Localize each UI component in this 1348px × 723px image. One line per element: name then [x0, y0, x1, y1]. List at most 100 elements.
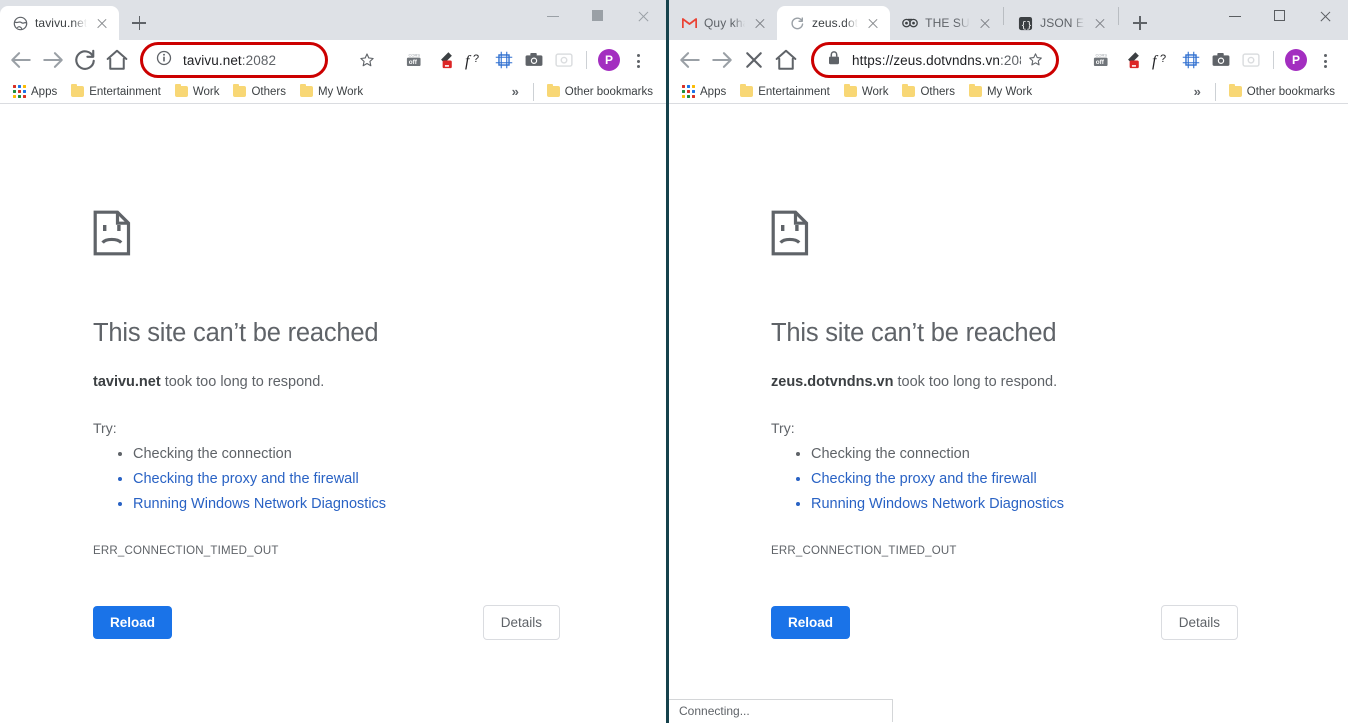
bookmark-apps[interactable]: Apps — [6, 85, 64, 98]
tab-title: THE SUM — [925, 16, 970, 30]
page-ruler-icon[interactable] — [1177, 46, 1205, 74]
page-ruler-icon[interactable] — [490, 46, 518, 74]
try-label: Try: — [771, 420, 795, 436]
cors-off-icon[interactable]: CORS off — [400, 46, 428, 74]
bookmark-my-work[interactable]: My Work — [293, 83, 370, 98]
address-bar-right[interactable]: https://zeus.dotvndns.vn:2083 — [811, 42, 1059, 78]
kebab-menu-icon[interactable] — [625, 46, 651, 74]
bookmark-label: Entertainment — [89, 85, 161, 98]
bookmark-apps[interactable]: Apps — [675, 85, 733, 98]
folder-icon — [1228, 83, 1242, 97]
new-tab-button[interactable] — [125, 9, 153, 37]
details-button[interactable]: Details — [1160, 605, 1238, 640]
bookmark-work[interactable]: Work — [837, 83, 896, 98]
svg-text:f: f — [1152, 53, 1159, 70]
eyedropper-icon[interactable] — [430, 46, 458, 74]
bookmark-others[interactable]: Others — [226, 83, 293, 98]
chevron-overflow-icon[interactable]: » — [504, 84, 527, 99]
bookmark-entertainment[interactable]: Entertainment — [64, 83, 168, 98]
maximize-icon[interactable] — [1258, 0, 1303, 32]
tab-quy-khach[interactable]: Quy khách — [669, 6, 777, 40]
close-icon[interactable] — [621, 0, 666, 32]
bookmark-other-bookmarks[interactable]: Other bookmarks — [1222, 83, 1342, 98]
reload-button[interactable]: Reload — [771, 606, 851, 639]
list-item-link-diagnostics[interactable]: Running Windows Network Diagnostics — [133, 492, 560, 517]
browser-window-left: tavivu.net tavivu.net:2082 CORS off f ? … — [0, 0, 666, 723]
close-icon[interactable] — [94, 15, 110, 31]
avatar[interactable]: P — [1282, 46, 1310, 74]
reload-icon[interactable] — [70, 45, 100, 75]
stop-x-icon[interactable] — [739, 45, 769, 75]
maximize-icon[interactable] — [576, 0, 621, 32]
avatar[interactable]: P — [595, 46, 623, 74]
error-page-left: This site can’t be reached tavivu.net to… — [0, 104, 560, 640]
forward-arrow-icon[interactable] — [707, 45, 737, 75]
tab-zeus[interactable]: zeus.dot — [777, 6, 891, 40]
bookmark-label: Apps — [31, 85, 58, 98]
close-icon[interactable] — [977, 15, 993, 31]
font-inspector-icon[interactable]: f ? — [1147, 46, 1175, 74]
font-inspector-icon[interactable]: f ? — [460, 46, 488, 74]
bookmark-other-bookmarks[interactable]: Other bookmarks — [540, 83, 660, 98]
details-button[interactable]: Details — [482, 605, 560, 640]
star-icon[interactable] — [1027, 51, 1045, 69]
address-bar-left[interactable]: tavivu.net:2082 — [140, 42, 328, 78]
list-item-link-proxy[interactable]: Checking the proxy and the firewall — [811, 467, 1229, 492]
camera-icon[interactable] — [1207, 46, 1235, 74]
folder-icon — [71, 83, 85, 97]
close-icon[interactable] — [1303, 0, 1348, 32]
home-icon[interactable] — [771, 45, 801, 75]
cors-off-icon[interactable]: CORS off — [1087, 46, 1115, 74]
tab-strip-left: tavivu.net — [0, 0, 666, 40]
bookmark-label: Others — [920, 85, 955, 98]
error-lead-rest: took too long to respond. — [160, 374, 325, 390]
bookmarks-overflow-group: » Other bookmarks — [504, 82, 660, 101]
suggestion-list: Checking the connection Checking the pro… — [93, 442, 560, 517]
camera-icon[interactable] — [520, 46, 548, 74]
info-circle-icon[interactable] — [156, 50, 174, 71]
minimize-icon[interactable] — [1213, 0, 1258, 32]
error-domain: zeus.dotvndns.vn — [771, 374, 894, 390]
bookmark-others[interactable]: Others — [895, 83, 962, 98]
folder-icon — [902, 83, 916, 97]
close-icon[interactable] — [1092, 15, 1108, 31]
bookmark-work[interactable]: Work — [168, 83, 227, 98]
error-code: ERR_CONNECTION_TIMED_OUT — [771, 545, 957, 557]
new-tab-button[interactable] — [1126, 9, 1154, 37]
close-icon[interactable] — [865, 15, 881, 31]
bookmarks-bar-right: Apps Entertainment Work Others My Work » — [669, 80, 1348, 104]
svg-text:off: off — [1096, 59, 1105, 66]
home-icon[interactable] — [102, 45, 132, 75]
folder-icon — [843, 83, 857, 97]
bookmark-my-work[interactable]: My Work — [962, 83, 1039, 98]
tab-the-sum[interactable]: THE SUM — [890, 6, 1002, 40]
tab-json-editor[interactable]: {} JSON Edi — [1005, 6, 1117, 40]
lock-icon[interactable] — [827, 50, 843, 71]
tab-divider — [1118, 7, 1120, 25]
bookmark-entertainment[interactable]: Entertainment — [733, 83, 837, 98]
screenshot-disabled-icon[interactable] — [1237, 46, 1265, 74]
reload-button[interactable]: Reload — [93, 606, 173, 639]
list-item-link-diagnostics[interactable]: Running Windows Network Diagnostics — [811, 492, 1229, 517]
back-arrow-icon[interactable] — [675, 45, 705, 75]
divider — [586, 51, 587, 69]
back-arrow-icon[interactable] — [6, 45, 36, 75]
apps-grid-icon — [682, 85, 695, 98]
chevron-overflow-icon[interactable]: » — [1186, 84, 1209, 99]
forward-arrow-icon[interactable] — [38, 45, 68, 75]
list-item-link-proxy[interactable]: Checking the proxy and the firewall — [133, 467, 560, 492]
divider — [1273, 51, 1274, 69]
bookmark-label: Others — [251, 85, 286, 98]
minimize-icon[interactable] — [531, 0, 576, 32]
close-icon[interactable] — [752, 15, 768, 31]
tab-tavivu[interactable]: tavivu.net — [0, 6, 120, 40]
star-icon[interactable] — [358, 51, 376, 69]
kebab-menu-icon[interactable] — [1312, 46, 1338, 74]
window-controls-right — [1213, 0, 1348, 32]
globe-icon — [12, 15, 28, 31]
tab-title: Quy khách — [704, 16, 745, 30]
screenshot-disabled-icon[interactable] — [550, 46, 578, 74]
eyedropper-icon[interactable] — [1117, 46, 1145, 74]
dual-browser-screen: tavivu.net tavivu.net:2082 CORS off f ? … — [0, 0, 1348, 723]
url-text: https://zeus.dotvndns.vn:2083 — [852, 52, 1021, 68]
